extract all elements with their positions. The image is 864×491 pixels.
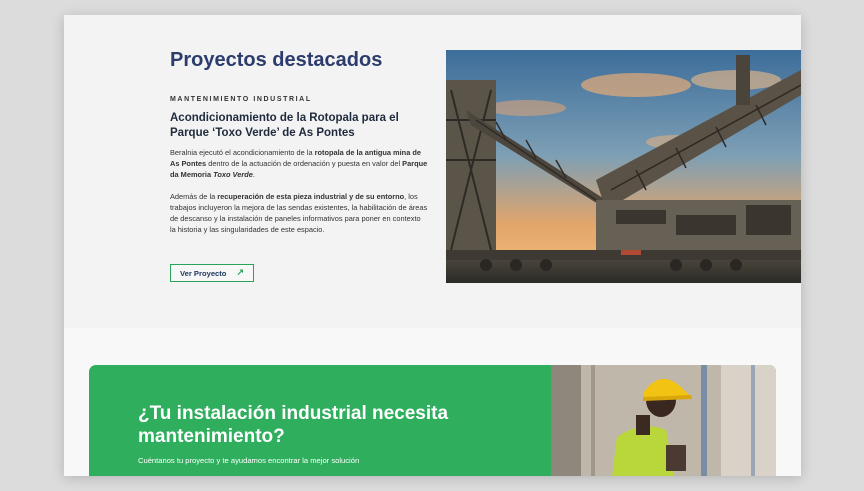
cta-banner: ¿Tu instalación industrial necesita mant…	[89, 365, 776, 476]
cta-image	[551, 365, 776, 476]
project-category: MANTENIMIENTO INDUSTRIAL	[170, 96, 312, 103]
bucket-wheel-excavator-photo	[446, 50, 801, 283]
cta-title: ¿Tu instalación industrial necesita mant…	[138, 403, 449, 447]
view-project-button[interactable]: Ver Proyecto ↗	[170, 264, 254, 282]
browser-page: Proyectos destacados MANTENIMIENTO INDUS…	[64, 15, 801, 476]
project-title: Acondicionamiento de la Rotopala para el…	[170, 112, 399, 139]
cta-subtitle: Cuéntanos tu proyecto y te ayudamos enco…	[138, 456, 360, 465]
arrow-up-right-icon: ↗	[236, 267, 244, 277]
view-project-label: Ver Proyecto	[180, 268, 227, 278]
worker-photo	[551, 365, 776, 476]
featured-projects-section: Proyectos destacados MANTENIMIENTO INDUS…	[64, 15, 801, 328]
cta-section: ¿Tu instalación industrial necesita mant…	[64, 328, 801, 476]
project-description-2: Además de la recuperación de esta pieza …	[170, 192, 428, 234]
project-image	[446, 50, 801, 283]
section-title: Proyectos destacados	[170, 49, 383, 71]
project-description-1: Beralnia ejecutó el acondicionamiento de…	[170, 148, 428, 179]
